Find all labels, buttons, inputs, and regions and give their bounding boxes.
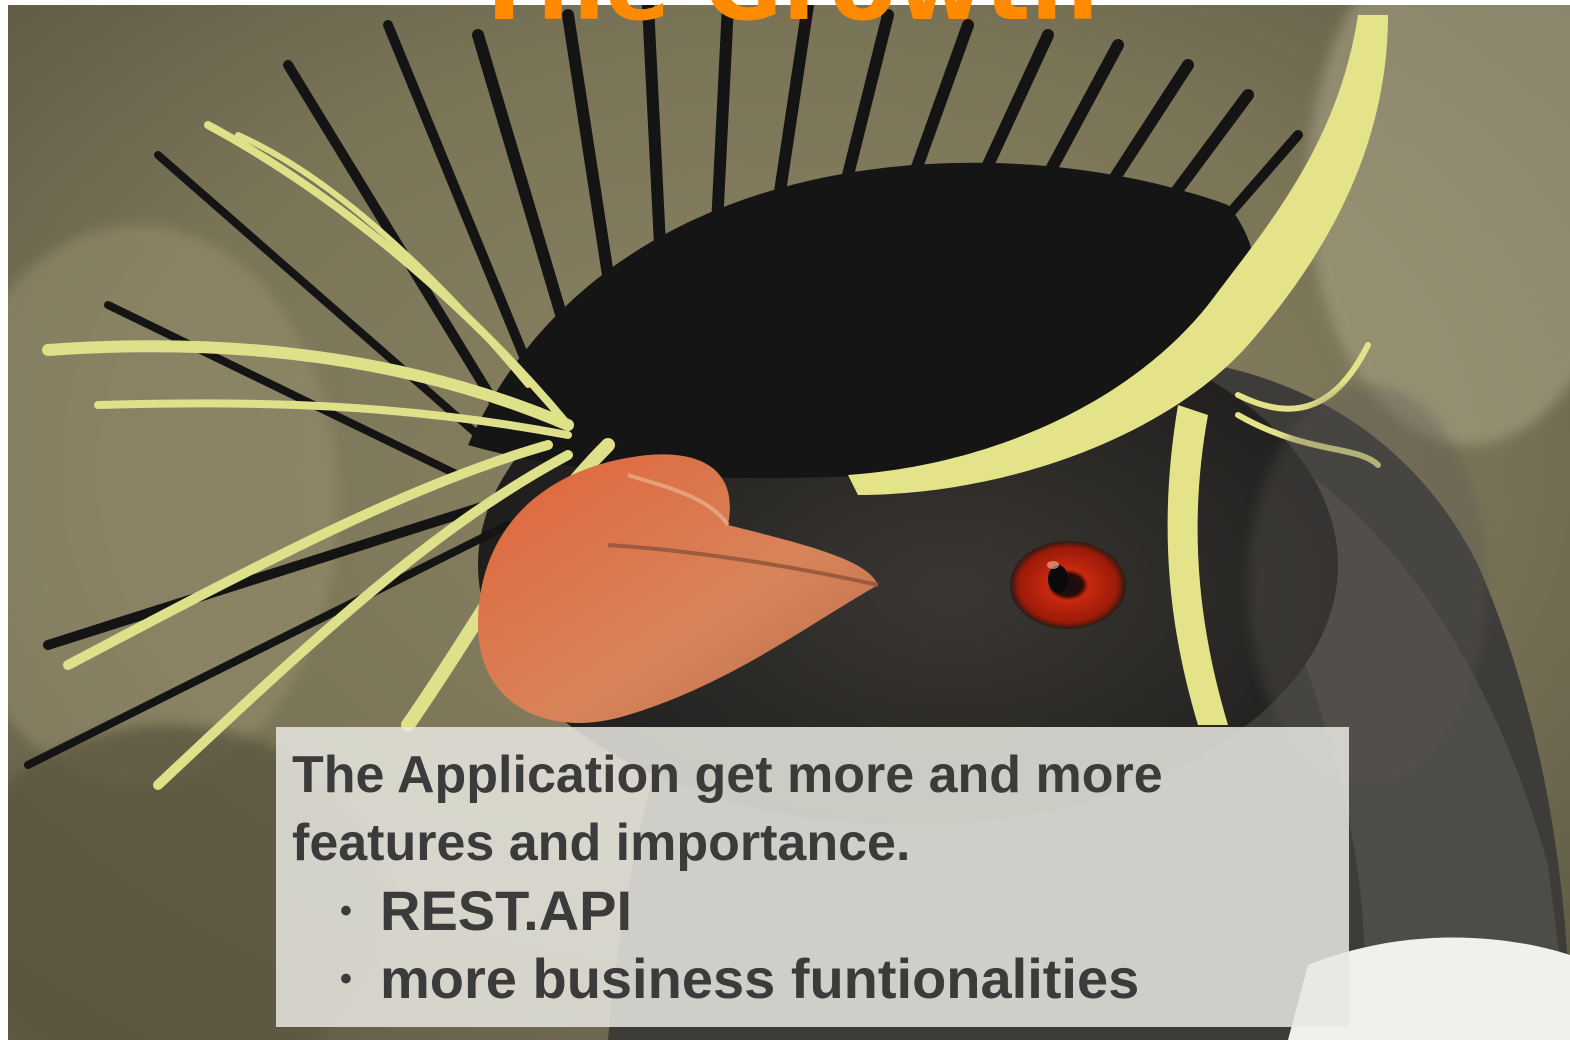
- content-text-box: The Application get more and more featur…: [276, 727, 1349, 1027]
- bullet-dot-icon: •: [340, 892, 352, 930]
- slide-title: The Growth: [0, 0, 1570, 34]
- bullet-text: REST.API: [380, 879, 633, 942]
- bullet-text: more business funtionalities: [380, 947, 1140, 1010]
- intro-paragraph: The Application get more and more featur…: [292, 746, 1163, 872]
- bullet-item: • more business funtionalities: [340, 945, 1333, 1013]
- slide: The Growth The Application get more and …: [0, 0, 1570, 1040]
- bullet-item: • REST.API: [340, 877, 1333, 945]
- bullet-list: • REST.API • more business funtionalitie…: [292, 877, 1333, 1013]
- bullet-dot-icon: •: [340, 960, 352, 998]
